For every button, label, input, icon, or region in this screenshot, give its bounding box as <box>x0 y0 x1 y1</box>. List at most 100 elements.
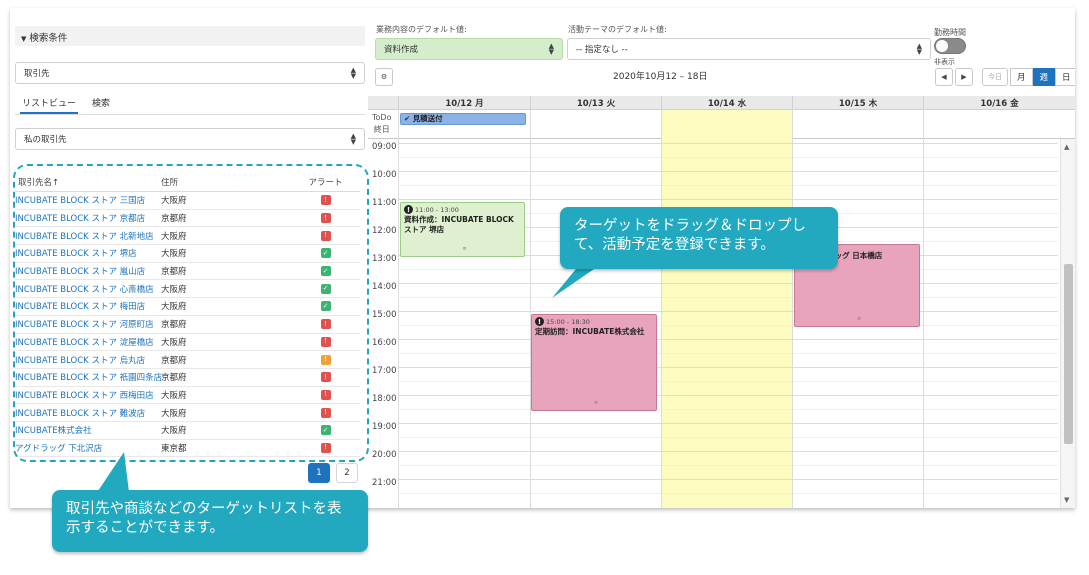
hour-label: 18:00 <box>372 394 397 404</box>
hour-line <box>398 395 1058 396</box>
search-tabs: リストビュー 検索 <box>20 94 112 114</box>
work-hours-state: 非表示 <box>934 58 955 66</box>
task-default-label: 業務内容のデフォルト値: <box>376 25 467 34</box>
half-hour-line <box>398 185 1058 186</box>
scroll-down-icon[interactable]: ▼ <box>1064 496 1069 504</box>
todo-item[interactable]: ✔ 見積送付 <box>400 113 526 125</box>
alert-icon: ! <box>404 205 413 214</box>
alert-icon: ! <box>535 317 544 326</box>
drag-drop-callout: ターゲットをドラッグ＆ドロップして、活動予定を登録できます。 <box>560 207 838 269</box>
time-grid: 09:00 10:00 11:00 12:00 13:00 14:00 15:00 16:00… <box>368 139 1058 508</box>
calendar-settings-button[interactable]: ⚙ <box>375 68 393 86</box>
resize-handle-icon[interactable]: ≡ <box>594 398 598 408</box>
app-window: ▼ 検索条件 取引先 ▲ ▼ リストビュー 検索 私の取引先 ▲ ▼ 取引先名↑ 住所… <box>10 8 1075 508</box>
caret-down-icon: ▼ <box>21 35 27 43</box>
hour-line <box>398 423 1058 424</box>
page-1-button[interactable]: 1 <box>308 463 330 483</box>
event-block[interactable]: ! 15:00 - 18:30 定期訪問：INCUBATE株式会社 ≡ <box>531 314 657 411</box>
allday-label: 終日 <box>373 125 390 134</box>
hour-line <box>398 451 1058 452</box>
tab-list-view[interactable]: リストビュー <box>20 94 79 114</box>
day-header: 10/14 水 <box>661 96 792 110</box>
hour-label: 15:00 <box>372 310 397 320</box>
half-hour-line <box>398 353 1058 354</box>
half-hour-line <box>398 297 1058 298</box>
today-highlight <box>661 110 792 139</box>
today-highlight <box>661 139 792 508</box>
col-divider <box>661 139 662 508</box>
scroll-up-icon[interactable]: ▲ <box>1064 143 1069 151</box>
half-hour-line <box>398 493 1058 494</box>
event-title: 定期訪問：INCUBATE株式会社 <box>535 327 645 336</box>
calendar-scrollbar[interactable]: ▲ ▼ <box>1060 139 1075 508</box>
hour-line <box>398 143 1058 144</box>
view-switcher: 月 週 日 <box>1010 68 1075 86</box>
event-block[interactable]: ! 11:00 - 13:00 資料作成：INCUBATE BLOCK ストア 堺… <box>400 202 525 257</box>
hour-label: 17:00 <box>372 366 397 376</box>
hour-label: 13:00 <box>372 254 397 264</box>
col-divider <box>530 110 531 139</box>
event-time: 15:00 - 18:30 <box>546 318 590 326</box>
work-hours-label: 勤務時間 <box>934 28 966 37</box>
theme-default-label: 活動テーマのデフォルト値: <box>568 25 667 34</box>
hour-label: 09:00 <box>372 142 397 152</box>
half-hour-line <box>398 465 1058 466</box>
half-hour-line <box>398 437 1058 438</box>
scroll-thumb[interactable] <box>1064 264 1073 444</box>
hour-line <box>398 367 1058 368</box>
chevron-right-icon: ▶ <box>961 73 967 81</box>
today-button[interactable]: 今日 <box>982 68 1008 86</box>
col-divider <box>923 139 924 508</box>
resize-handle-icon[interactable]: ≡ <box>857 314 861 324</box>
hour-label: 11:00 <box>372 198 397 208</box>
hour-label: 16:00 <box>372 338 397 348</box>
todo-item-label: 見積送付 <box>412 114 443 123</box>
col-divider <box>398 110 399 139</box>
hour-line <box>398 171 1058 172</box>
next-week-button[interactable]: ▶ <box>955 68 973 86</box>
todo-label: ToDo <box>372 113 392 122</box>
hour-label: 21:00 <box>372 478 397 488</box>
page-2-button[interactable]: 2 <box>336 463 358 483</box>
col-divider <box>792 139 793 508</box>
hour-line <box>398 339 1058 340</box>
col-divider <box>661 110 662 139</box>
theme-default-select[interactable]: -- 指定なし -- ▲ ▼ <box>567 38 931 60</box>
search-conditions-label: 検索条件 <box>29 33 68 44</box>
half-hour-line <box>398 269 1058 270</box>
target-list-highlight <box>13 164 369 462</box>
pagination: 1 2 <box>308 463 358 483</box>
event-title: 資料作成：INCUBATE BLOCK ストア 堺店 <box>404 215 514 234</box>
hour-label: 19:00 <box>372 422 397 432</box>
search-conditions-header[interactable]: ▼ 検索条件 <box>15 26 365 46</box>
calendar-day-headers: 10/12 月 10/13 火 10/14 水 10/15 木 10/16 金 <box>368 96 1075 110</box>
hour-line <box>398 283 1058 284</box>
check-icon: ✔ <box>404 114 411 123</box>
work-hours-toggle[interactable] <box>934 38 966 54</box>
resize-handle-icon[interactable]: ≡ <box>463 244 467 254</box>
half-hour-line <box>398 157 1058 158</box>
col-divider <box>792 110 793 139</box>
day-header: 10/12 月 <box>398 96 530 110</box>
day-header: 10/16 金 <box>923 96 1075 110</box>
todo-allday-row: ToDo 終日 ✔ 見積送付 <box>368 110 1075 139</box>
col-divider <box>398 139 399 508</box>
view-week-button[interactable]: 週 <box>1032 68 1056 86</box>
list-view-select[interactable]: 私の取引先 ▲ ▼ <box>15 128 365 150</box>
hour-line <box>398 199 1058 200</box>
prev-week-button[interactable]: ◀ <box>935 68 953 86</box>
list-view-select-value: 私の取引先 <box>24 135 67 145</box>
hour-label: 14:00 <box>372 282 397 292</box>
select-arrows-icon: ▲ ▼ <box>350 66 356 80</box>
object-select[interactable]: 取引先 ▲ ▼ <box>15 62 365 84</box>
view-day-button[interactable]: 日 <box>1055 68 1075 86</box>
col-divider <box>923 110 924 139</box>
tab-search[interactable]: 検索 <box>90 94 112 114</box>
select-arrows-icon: ▲ ▼ <box>916 42 922 56</box>
view-month-button[interactable]: 月 <box>1010 68 1033 86</box>
gear-icon: ⚙ <box>380 73 388 81</box>
hour-line <box>398 479 1058 480</box>
date-range: 2020年10月12 – 18日 <box>613 72 708 82</box>
task-default-select[interactable]: 資料作成 ▲ ▼ <box>375 38 563 60</box>
select-arrows-icon: ▲ ▼ <box>548 42 554 56</box>
